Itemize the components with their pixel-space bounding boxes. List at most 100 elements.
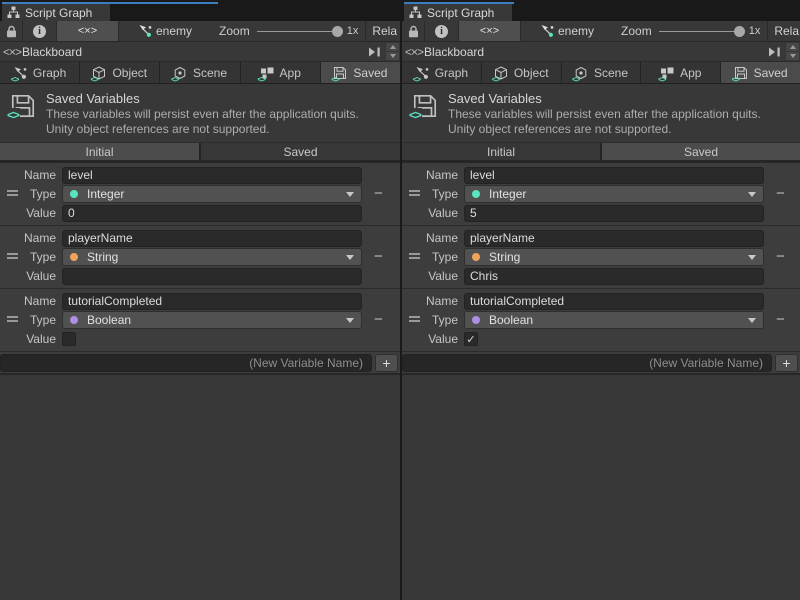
tab-scene[interactable]: <> Scene — [160, 62, 239, 83]
zoom-value: 1x — [749, 25, 761, 37]
remove-variable-button[interactable]: − — [374, 189, 383, 199]
variable-type-dropdown[interactable]: String — [464, 248, 764, 266]
variable-row-tutorialCompleted: Name tutorialCompleted Type Boolean − Va… — [0, 289, 400, 352]
remove-variable-button[interactable]: − — [776, 252, 785, 262]
tab-graph[interactable]: <> Graph — [402, 62, 481, 83]
relations-button[interactable]: Rela — [372, 24, 397, 38]
variable-row-tutorialCompleted: Name tutorialCompleted Type Boolean − Va… — [402, 289, 800, 352]
scroll-up-icon[interactable] — [386, 43, 399, 51]
relations-button[interactable]: Rela — [774, 24, 799, 38]
saved-variables-info: <> Saved Variables These variables will … — [0, 84, 400, 143]
tab-object[interactable]: <> Object — [80, 62, 159, 83]
inspect-button[interactable]: i — [425, 21, 459, 41]
name-label: Name — [402, 231, 464, 245]
tab-label: Graph — [435, 66, 468, 80]
variable-name-input[interactable]: tutorialCompleted — [464, 293, 764, 310]
section-description-2: Unity object references are not supporte… — [46, 122, 392, 136]
variable-type-dropdown[interactable]: Integer — [62, 185, 362, 203]
type-value: Boolean — [87, 313, 131, 327]
chevron-down-icon — [748, 192, 756, 197]
variable-value-input[interactable]: Chris — [464, 268, 764, 285]
subtab-initial[interactable]: Initial — [402, 143, 600, 160]
variable-value-input[interactable]: 0 — [62, 205, 362, 222]
variable-name-input[interactable]: level — [464, 167, 764, 184]
variable-name-input[interactable]: playerName — [62, 230, 362, 247]
section-description-1: These variables will persist even after … — [448, 107, 792, 121]
blackboard-toggle-button[interactable]: <×> — [459, 21, 521, 41]
variable-name-input[interactable]: playerName — [464, 230, 764, 247]
scroll-up-icon[interactable] — [786, 43, 799, 51]
value-label: Value — [0, 332, 62, 346]
variable-value-input[interactable]: 5 — [464, 205, 764, 222]
variable-type-dropdown[interactable]: Integer — [464, 185, 764, 203]
type-color-dot — [70, 253, 78, 261]
new-variable-row: (New Variable Name) + — [0, 352, 400, 375]
remove-variable-button[interactable]: − — [776, 315, 785, 325]
tab-object[interactable]: <> Object — [482, 62, 561, 83]
window-tab-script-graph[interactable]: Script Graph — [2, 4, 110, 21]
remove-variable-button[interactable]: − — [374, 252, 383, 262]
blackboard-header: <×> Blackboard — [0, 42, 400, 62]
drag-handle-icon[interactable] — [409, 316, 420, 322]
drag-handle-icon[interactable] — [7, 190, 18, 196]
panel-expand-icon[interactable] — [368, 47, 381, 57]
saved-tab-icon: <> — [333, 66, 348, 80]
inspect-button[interactable]: i — [23, 21, 57, 41]
script-graph-icon — [409, 6, 422, 19]
tab-scene[interactable]: <> Scene — [562, 62, 641, 83]
add-variable-button[interactable]: + — [775, 354, 798, 372]
app-tab-icon: <> — [660, 66, 675, 80]
variables-icon: <×> — [3, 45, 21, 59]
tab-graph[interactable]: <> Graph — [0, 62, 79, 83]
tab-app[interactable]: <> App — [641, 62, 720, 83]
variables-icon: <×> — [405, 45, 423, 59]
variable-row-playerName: Name playerName Type String − Value Chri… — [402, 226, 800, 289]
tab-saved[interactable]: <> Saved — [321, 62, 400, 83]
graph-tab-icon: <> — [13, 66, 28, 80]
remove-variable-button[interactable]: − — [374, 315, 383, 325]
variable-name-input[interactable]: tutorialCompleted — [62, 293, 362, 310]
variable-name-input[interactable]: level — [62, 167, 362, 184]
type-value: String — [87, 250, 118, 264]
scroll-down-icon[interactable] — [386, 52, 399, 60]
tab-app[interactable]: <> App — [241, 62, 320, 83]
new-variable-name-input[interactable]: (New Variable Name) — [402, 354, 772, 372]
add-variable-button[interactable]: + — [375, 354, 398, 372]
blackboard-toggle-button[interactable]: <×> — [57, 21, 119, 41]
drag-handle-icon[interactable] — [7, 316, 18, 322]
section-title: Saved Variables — [46, 91, 392, 106]
subtab-initial[interactable]: Initial — [0, 143, 199, 160]
scene-tab-icon: <> — [574, 66, 589, 80]
drag-handle-icon[interactable] — [7, 253, 18, 259]
scrollbar[interactable] — [386, 43, 399, 61]
panel-expand-icon[interactable] — [768, 47, 781, 57]
remove-variable-button[interactable]: − — [776, 189, 785, 199]
window-tab-script-graph[interactable]: Script Graph — [404, 4, 512, 21]
new-variable-name-input[interactable]: (New Variable Name) — [0, 354, 372, 372]
variable-type-dropdown[interactable]: Boolean — [464, 311, 764, 329]
subtab-saved[interactable]: Saved — [201, 143, 400, 160]
variable-value-checkbox[interactable] — [62, 332, 76, 346]
variable-value-input[interactable] — [62, 268, 362, 285]
drag-handle-icon[interactable] — [409, 253, 420, 259]
new-variable-row: (New Variable Name) + — [402, 352, 800, 375]
graph-breadcrumb[interactable]: enemy — [138, 24, 192, 38]
zoom-slider-knob[interactable] — [734, 26, 745, 37]
script-graph-window-right: Script Graph i <×> enemy Zoom 1x Rela <×… — [400, 0, 800, 600]
tab-saved[interactable]: <> Saved — [721, 62, 800, 83]
drag-handle-icon[interactable] — [409, 190, 420, 196]
lock-button[interactable] — [0, 21, 23, 41]
scroll-down-icon[interactable] — [786, 52, 799, 60]
zoom-slider-knob[interactable] — [332, 26, 343, 37]
chevron-down-icon — [346, 192, 354, 197]
variable-type-dropdown[interactable]: String — [62, 248, 362, 266]
zoom-slider[interactable] — [257, 21, 343, 41]
variable-type-dropdown[interactable]: Boolean — [62, 311, 362, 329]
lock-button[interactable] — [402, 21, 425, 41]
variable-value-checkbox[interactable]: ✓ — [464, 332, 478, 346]
section-description-2: Unity object references are not supporte… — [448, 122, 792, 136]
graph-breadcrumb[interactable]: enemy — [540, 24, 594, 38]
scrollbar[interactable] — [786, 43, 799, 61]
zoom-slider[interactable] — [659, 21, 745, 41]
subtab-saved[interactable]: Saved — [602, 143, 800, 160]
